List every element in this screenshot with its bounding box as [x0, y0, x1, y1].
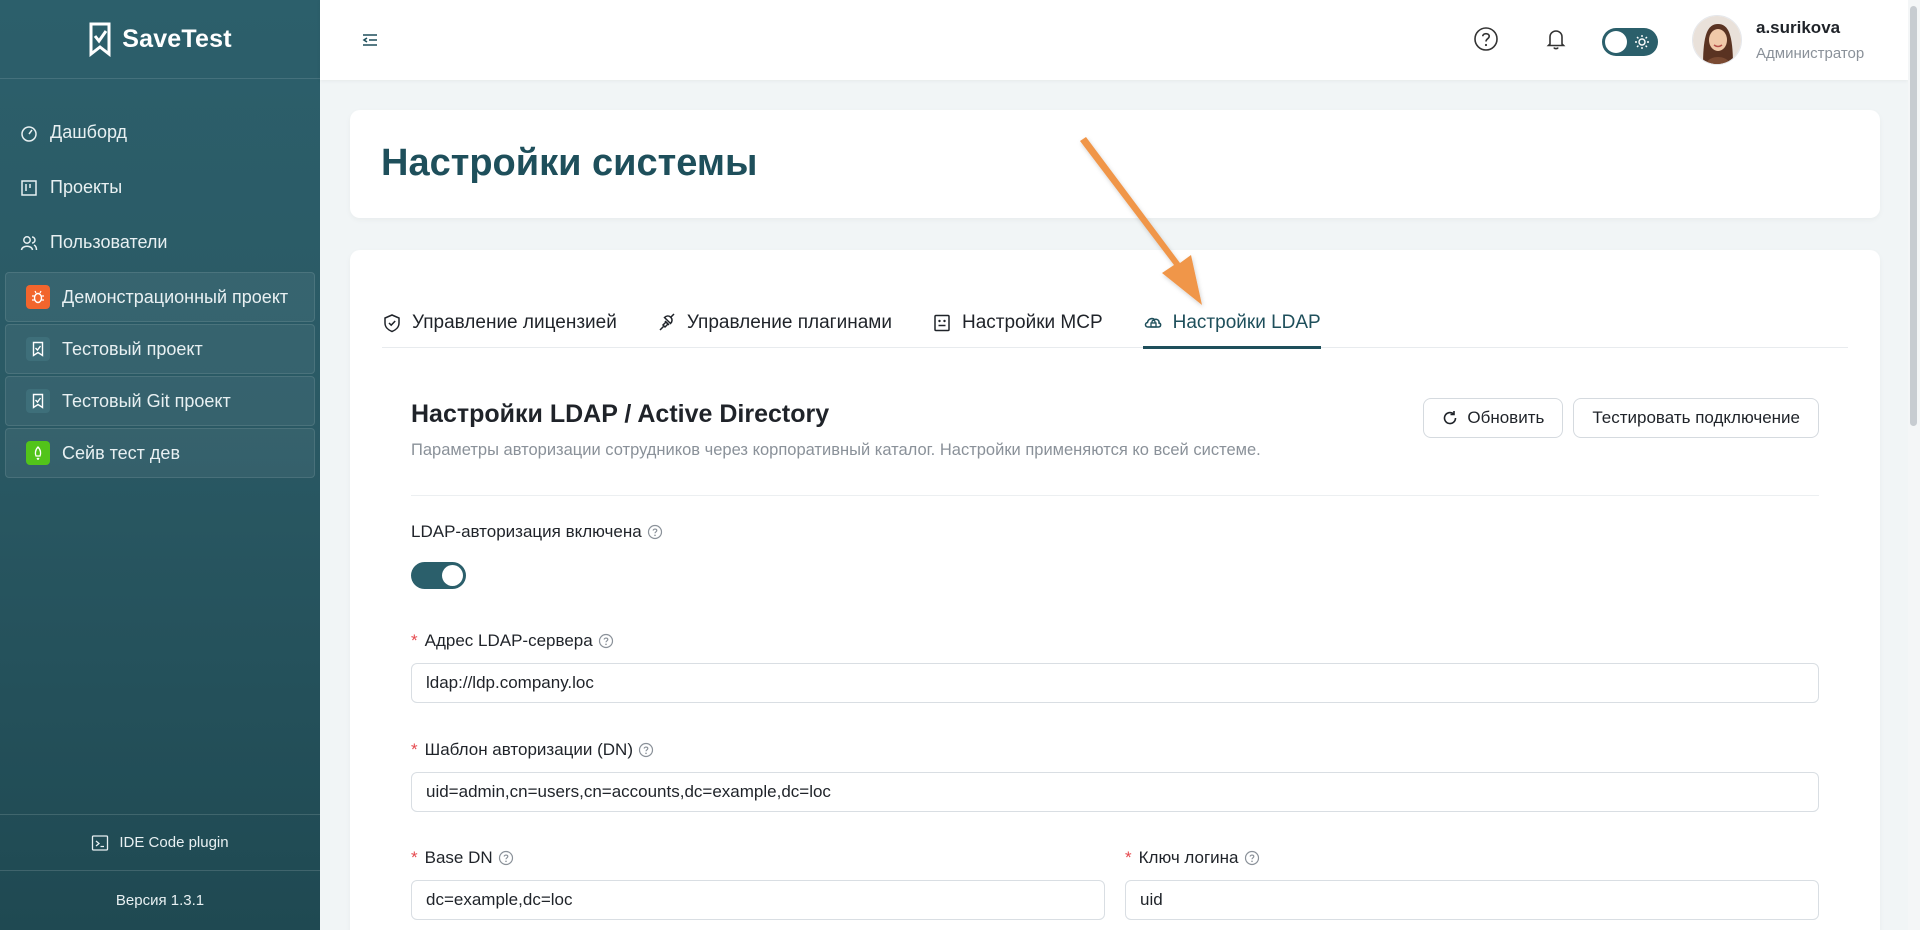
rocket-icon	[26, 441, 50, 465]
sun-icon	[1634, 34, 1650, 50]
tab-label: Настройки MCP	[961, 312, 1103, 333]
tab-ldap[interactable]: Настройки LDAP	[1142, 298, 1321, 349]
robot-icon	[932, 313, 952, 333]
section-description: Параметры авторизации сотрудников через …	[411, 441, 1261, 459]
logo-text: SaveTest	[122, 24, 232, 53]
help-circle-icon[interactable]	[498, 850, 514, 866]
login-key-text: Ключ логина	[1138, 848, 1239, 867]
tab-license[interactable]: Управление лицензией	[382, 298, 617, 348]
project-label: Тестовый Git проект	[62, 390, 231, 411]
refresh-icon	[1442, 410, 1458, 426]
ide-plugin-label: IDE Code plugin	[119, 834, 229, 851]
required-mark: *	[411, 631, 418, 650]
required-mark: *	[411, 740, 418, 759]
sidebar-item-users[interactable]: Пользователи	[0, 215, 320, 270]
page-header-card: Настройки системы	[350, 110, 1880, 218]
project-item[interactable]: Сейв тест дев	[5, 428, 315, 478]
plug-icon	[657, 313, 677, 333]
theme-toggle-knob	[1605, 31, 1627, 53]
scrollbar-thumb[interactable]	[1910, 6, 1917, 426]
tab-mcp[interactable]: Настройки MCP	[932, 298, 1103, 348]
project-list: Демонстрационный проект Тестовый проект …	[0, 272, 320, 478]
section-divider	[411, 495, 1819, 496]
user-role: Администратор	[1756, 45, 1865, 62]
app-version: Версия 1.3.1	[115, 892, 205, 909]
sidebar-item-dashboard[interactable]: Дашборд	[0, 105, 320, 160]
ldap-enabled-label: LDAP-авторизация включена	[411, 522, 663, 542]
bug-icon	[26, 285, 50, 309]
server-address-input[interactable]: ldap://ldp.company.loc	[411, 663, 1819, 703]
terminal-icon	[91, 834, 109, 852]
project-label: Демонстрационный проект	[62, 286, 289, 307]
tab-label: Настройки LDAP	[1172, 312, 1321, 333]
theme-toggle[interactable]	[1602, 28, 1658, 56]
dn-template-label: * Шаблон авторизации (DN)	[411, 740, 654, 760]
checklist-icon	[26, 389, 50, 413]
project-label: Тестовый проект	[62, 338, 203, 359]
help-circle-icon[interactable]	[638, 742, 654, 758]
ldap-settings-section: Настройки LDAP / Active Directory Параме…	[411, 398, 1819, 496]
sidebar-item-label: Дашборд	[50, 122, 128, 142]
sidebar-footer: IDE Code plugin Версия 1.3.1	[0, 814, 320, 930]
top-header: a.surikova Администратор	[320, 0, 1908, 80]
project-item[interactable]: Тестовый Git проект	[5, 376, 315, 426]
help-circle-icon[interactable]	[647, 524, 663, 540]
base-dn-input[interactable]: dc=example,dc=loc	[411, 880, 1105, 920]
help-circle-icon[interactable]	[1244, 850, 1260, 866]
test-connection-label: Тестировать подключение	[1592, 408, 1800, 427]
user-name: a.surikova	[1756, 18, 1841, 37]
dn-template-text: Шаблон авторизации (DN)	[424, 740, 633, 759]
ide-plugin-link[interactable]: IDE Code plugin	[0, 814, 320, 871]
switch-knob	[442, 565, 463, 586]
login-key-input[interactable]: uid	[1125, 880, 1819, 920]
bell-icon[interactable]	[1543, 26, 1569, 52]
help-icon[interactable]	[1473, 26, 1499, 52]
ldap-enabled-switch[interactable]	[411, 562, 466, 589]
login-key-label: * Ключ логина	[1125, 848, 1260, 868]
settings-tabs: Управление лицензией Управление плагинам…	[382, 298, 1848, 349]
page-scrollbar[interactable]	[1908, 0, 1920, 930]
section-actions: Обновить Тестировать подключение	[1423, 398, 1819, 438]
server-address-label: * Адрес LDAP-сервера	[411, 631, 614, 651]
project-label: Сейв тест дев	[62, 442, 181, 463]
sidebar-item-projects[interactable]: Проекты	[0, 160, 320, 215]
tab-plugins[interactable]: Управление плагинами	[657, 298, 892, 348]
base-dn-label: * Base DN	[411, 848, 514, 868]
users-icon	[20, 234, 38, 252]
help-circle-icon[interactable]	[598, 633, 614, 649]
sidebar-item-label: Проекты	[50, 177, 123, 197]
dashboard-icon	[20, 124, 38, 142]
avatar[interactable]	[1692, 15, 1742, 65]
required-mark: *	[411, 848, 418, 867]
collapse-sidebar-icon[interactable]	[360, 30, 380, 50]
tab-label: Управление плагинами	[686, 312, 892, 333]
kanban-icon	[20, 179, 38, 197]
tab-label: Управление лицензией	[412, 312, 617, 333]
shield-check-icon	[382, 313, 402, 333]
project-item[interactable]: Тестовый проект	[5, 324, 315, 374]
server-address-text: Адрес LDAP-сервера	[424, 631, 593, 650]
page-title: Настройки системы	[381, 142, 758, 184]
project-item[interactable]: Демонстрационный проект	[5, 272, 315, 322]
sidebar-nav: Дашборд Проекты Пользователи	[0, 79, 320, 270]
refresh-button[interactable]: Обновить	[1423, 398, 1564, 438]
test-connection-button[interactable]: Тестировать подключение	[1573, 398, 1819, 438]
cloud-lock-icon	[1143, 313, 1163, 333]
ldap-enabled-text: LDAP-авторизация включена	[411, 522, 642, 541]
base-dn-text: Base DN	[424, 848, 493, 867]
required-mark: *	[1125, 848, 1132, 867]
settings-card: Управление лицензией Управление плагинам…	[350, 250, 1880, 930]
dn-template-input[interactable]: uid=admin,cn=users,cn=accounts,dc=exampl…	[411, 772, 1819, 812]
logo[interactable]: SaveTest	[0, 0, 320, 79]
sidebar: SaveTest Дашборд Проекты Пользователи Де…	[0, 0, 320, 930]
checklist-icon	[26, 337, 50, 361]
sidebar-item-label: Пользователи	[50, 232, 168, 252]
logo-icon	[88, 21, 114, 57]
refresh-label: Обновить	[1467, 408, 1545, 427]
